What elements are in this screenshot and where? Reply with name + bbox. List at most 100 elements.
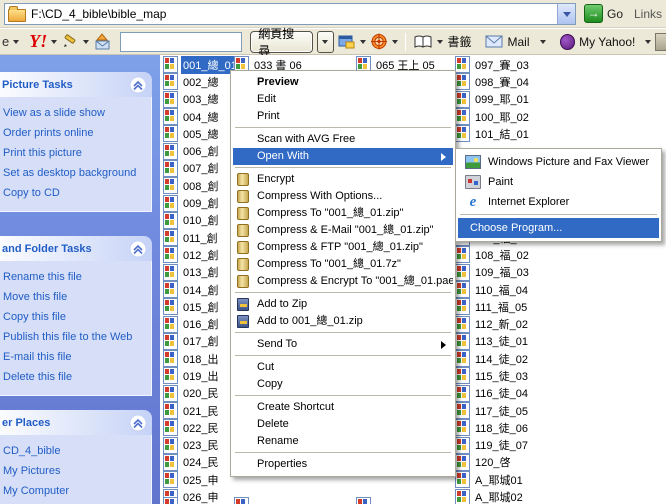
- file-item[interactable]: 098_賽_04: [455, 73, 531, 90]
- task-link[interactable]: Copy to CD: [3, 187, 147, 199]
- file-item[interactable]: 005_總: [163, 125, 239, 142]
- collapse-chevron-icon[interactable]: [129, 414, 147, 432]
- file-item[interactable]: 100_耶_02: [455, 108, 531, 125]
- file-item[interactable]: 112_新_02: [455, 315, 531, 332]
- my-yahoo-icon[interactable]: [560, 34, 576, 50]
- mail-icon[interactable]: [485, 35, 503, 48]
- file-item[interactable]: 101_結_01: [455, 125, 531, 142]
- task-link[interactable]: CD_4_bible: [3, 445, 147, 457]
- file-item[interactable]: 097_賽_03: [455, 56, 531, 73]
- menu-item[interactable]: Delete: [233, 416, 453, 433]
- chevron-down-icon[interactable]: [392, 40, 398, 47]
- file-item[interactable]: 111_福_05: [455, 298, 531, 315]
- menu-item[interactable]: Print: [233, 108, 453, 125]
- file-item[interactable]: 115_徒_03: [455, 367, 531, 384]
- file-item[interactable]: 099_耶_01: [455, 91, 531, 108]
- task-link[interactable]: Order prints online: [3, 127, 147, 139]
- collapse-chevron-icon[interactable]: [129, 240, 147, 258]
- collapse-chevron-icon[interactable]: [129, 76, 147, 94]
- menu-item[interactable]: Open With: [233, 148, 453, 165]
- menu-item[interactable]: Paint: [458, 172, 659, 192]
- menu-item[interactable]: Rename: [233, 433, 453, 450]
- menu-item[interactable]: Scan with AVG Free: [233, 131, 453, 148]
- file-item[interactable]: 017_創: [163, 333, 239, 350]
- file-item[interactable]: 120_啓: [455, 454, 531, 471]
- address-dropdown-button[interactable]: [557, 4, 575, 24]
- chevron-down-icon[interactable]: [13, 40, 19, 47]
- menu-item[interactable]: Preview: [233, 74, 453, 91]
- panel-header[interactable]: Picture Tasks: [0, 72, 152, 97]
- menu-item[interactable]: Properties: [233, 456, 453, 473]
- menu-item[interactable]: Compress & E-Mail "001_總_01.zip": [233, 222, 453, 239]
- menu-item[interactable]: Add to Zip: [233, 296, 453, 313]
- target-icon[interactable]: [370, 33, 388, 50]
- file-item[interactable]: 012_創: [163, 246, 239, 263]
- file-item[interactable]: 019_出: [163, 367, 239, 384]
- file-item[interactable]: 021_民: [163, 402, 239, 419]
- file-item[interactable]: 010_創: [163, 212, 239, 229]
- file-item[interactable]: 108_福_02: [455, 246, 531, 263]
- task-link[interactable]: My Pictures: [3, 465, 147, 477]
- menu-item[interactable]: Compress With Options...: [233, 188, 453, 205]
- file-item[interactable]: 016_創: [163, 315, 239, 332]
- menu-item[interactable]: Cut: [233, 359, 453, 376]
- file-item[interactable]: 114_徒_02: [455, 350, 531, 367]
- menu-item[interactable]: Send To: [233, 336, 453, 353]
- task-link[interactable]: Set as desktop background: [3, 167, 147, 179]
- file-item[interactable]: 118_徒_06: [455, 419, 531, 436]
- menu-item[interactable]: Add to 001_總_01.zip: [233, 313, 453, 330]
- file-item[interactable]: A_耶城01: [455, 471, 531, 488]
- file-item[interactable]: 025_申: [163, 471, 239, 488]
- task-link[interactable]: Print this picture: [3, 147, 147, 159]
- chevron-down-icon[interactable]: [437, 40, 443, 47]
- file-item[interactable]: 024_民: [163, 454, 239, 471]
- mail-compose-icon[interactable]: [93, 33, 112, 50]
- file-item[interactable]: 007_創: [163, 160, 239, 177]
- links-toolbar-label[interactable]: Links: [634, 7, 662, 21]
- file-item[interactable]: 022_民: [163, 419, 239, 436]
- file-item[interactable]: 002_總: [163, 73, 239, 90]
- file-item[interactable]: 003_總: [163, 91, 239, 108]
- web-search-button[interactable]: 網頁搜尋: [250, 31, 313, 53]
- menu-item[interactable]: Create Shortcut: [233, 399, 453, 416]
- partial-icon-right[interactable]: [655, 33, 666, 51]
- pencil-icon[interactable]: [61, 34, 79, 50]
- bookmarks-icon[interactable]: [413, 34, 433, 50]
- menu-item[interactable]: Compress & FTP "001_總_01.zip": [233, 239, 453, 256]
- menu-item[interactable]: Compress To "001_總_01.zip": [233, 205, 453, 222]
- chevron-down-icon[interactable]: [645, 40, 651, 47]
- mail-label[interactable]: Mail: [507, 35, 529, 49]
- file-item[interactable]: 023_民: [163, 437, 239, 454]
- menu-item[interactable]: eInternet Explorer: [458, 192, 659, 212]
- file-item[interactable]: 020_民: [163, 385, 239, 402]
- file-item[interactable]: 116_徒_04: [455, 385, 531, 402]
- chevron-down-icon[interactable]: [540, 40, 546, 47]
- file-item[interactable]: 109_福_03: [455, 264, 531, 281]
- window-icon[interactable]: [338, 34, 356, 49]
- yahoo-logo[interactable]: Y!: [29, 31, 47, 52]
- file-item[interactable]: 011_創: [163, 229, 239, 246]
- search-input[interactable]: [120, 32, 242, 52]
- file-item[interactable]: 006_創: [163, 142, 239, 159]
- menu-item[interactable]: Copy: [233, 376, 453, 393]
- file-item[interactable]: 008_創: [163, 177, 239, 194]
- chevron-down-icon[interactable]: [51, 40, 57, 47]
- file-item[interactable]: 004_總: [163, 108, 239, 125]
- file-item[interactable]: 014_創: [163, 281, 239, 298]
- task-link[interactable]: Rename this file: [3, 271, 147, 283]
- file-item[interactable]: 110_福_04: [455, 281, 531, 298]
- file-item[interactable]: 113_徒_01: [455, 333, 531, 350]
- panel-header[interactable]: and Folder Tasks: [0, 236, 152, 261]
- file-item[interactable]: 015_創: [163, 298, 239, 315]
- file-item[interactable]: 013_創: [163, 264, 239, 281]
- chevron-down-icon[interactable]: [83, 40, 89, 47]
- task-link[interactable]: My Computer: [3, 485, 147, 497]
- address-combo[interactable]: F:\CD_4_bible\bible_map: [4, 3, 576, 25]
- partial-button-left[interactable]: e: [2, 34, 9, 49]
- menu-item[interactable]: Edit: [233, 91, 453, 108]
- file-item[interactable]: 001_總_01: [163, 56, 239, 73]
- go-button[interactable]: → Go: [584, 4, 623, 23]
- chevron-down-icon[interactable]: [360, 40, 366, 47]
- address-path[interactable]: F:\CD_4_bible\bible_map: [31, 7, 166, 21]
- task-link[interactable]: Publish this file to the Web: [3, 331, 147, 343]
